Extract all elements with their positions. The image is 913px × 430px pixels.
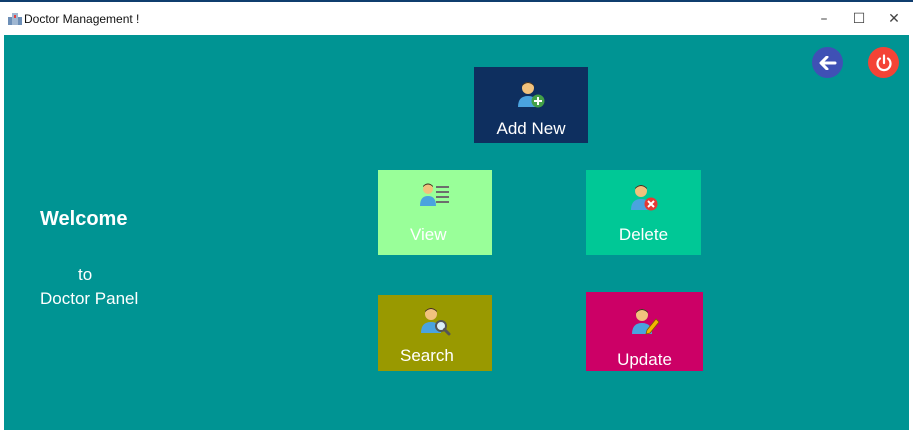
add-new-label: Add New (496, 119, 566, 138)
back-button[interactable] (812, 47, 843, 78)
power-button[interactable] (868, 47, 899, 78)
add-new-button[interactable]: Add New (474, 67, 588, 143)
doctor-remove-icon (630, 185, 657, 211)
close-button[interactable]: ✕ (877, 7, 911, 31)
view-button[interactable]: View (378, 170, 492, 255)
update-button[interactable]: Update (586, 292, 703, 371)
window-title: Doctor Management ! (24, 12, 140, 26)
doctor-add-icon (518, 82, 545, 108)
doctor-panel-text: Doctor Panel (40, 289, 139, 308)
hospital-icon (8, 13, 22, 25)
delete-button[interactable]: Delete (586, 170, 701, 255)
minimize-button[interactable]: – (807, 7, 841, 31)
search-button[interactable]: Search (378, 295, 492, 371)
welcome-heading: Welcome (40, 208, 128, 230)
delete-label: Delete (618, 225, 669, 244)
main-panel: Welcome to Doctor Panel Add New View Del… (4, 35, 909, 430)
title-bar[interactable]: Doctor Management ! – ☐ ✕ (0, 0, 913, 35)
welcome-to-text: to (78, 265, 93, 284)
power-icon (875, 53, 892, 71)
update-label: Update (617, 350, 672, 369)
doctor-search-icon (421, 308, 451, 336)
arrow-left-icon (819, 55, 836, 70)
app-window: Doctor Management ! – ☐ ✕ Welcome to Doc… (0, 0, 913, 430)
view-label: View (410, 225, 447, 244)
doctor-edit-icon (631, 309, 660, 335)
doctor-list-icon (420, 183, 449, 206)
search-label: Search (400, 346, 454, 365)
maximize-button[interactable]: ☐ (842, 7, 876, 31)
